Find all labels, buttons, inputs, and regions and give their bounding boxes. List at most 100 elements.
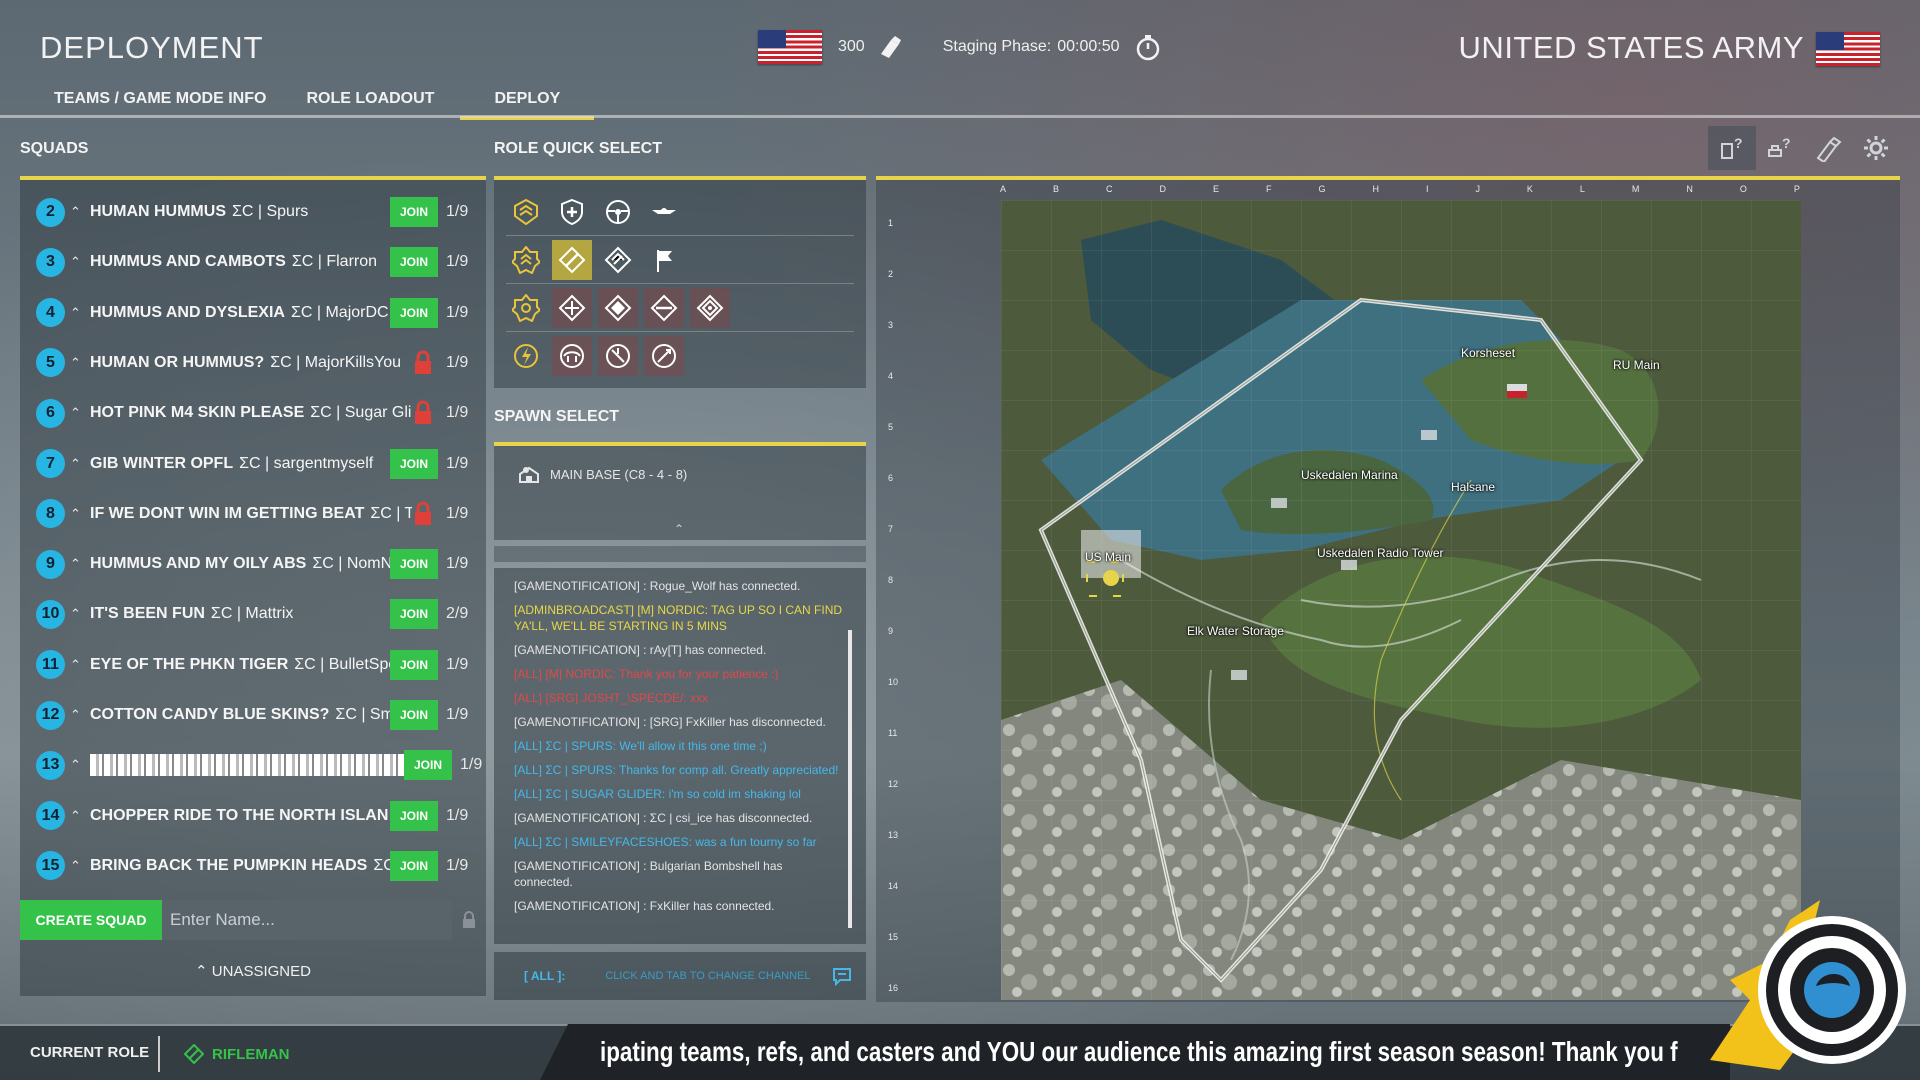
squad-row[interactable]: 10 ⌃ IT'S BEEN FUN ΣC | Mattrix JOIN 2/9 [20,592,486,636]
medic-role-icon[interactable] [552,192,592,232]
sapper-role-icon[interactable] [506,336,546,376]
join-squad-button[interactable]: JOIN [390,599,438,630]
chevron-up-icon[interactable]: ⌃ [70,657,81,673]
squad-lock-toggle[interactable] [452,900,486,940]
squad-row[interactable]: 13 ⌃ JOIN 1/9 [20,743,486,787]
join-squad-button[interactable]: JOIN [390,549,438,580]
scout-role-icon[interactable] [598,336,638,376]
pilot-role-icon[interactable] [644,192,684,232]
squad-row[interactable]: 15 ⌃ BRING BACK THE PUMPKIN HEADSΣC | uJOI… [20,844,486,888]
join-squad-button[interactable]: JOIN [404,750,452,781]
chevron-up-icon[interactable]: ⌃ [70,456,81,472]
chevron-up-icon[interactable]: ⌃ [70,204,81,220]
squad-row[interactable]: 11 ⌃ EYE OF THE PHKN TIGER ΣC | BulletSpong… [20,643,486,687]
grid-column-label: D [1159,184,1166,194]
create-squad-button[interactable]: CREATE SQUAD [20,900,162,940]
squad-name: HUMMUS AND MY OILY ABS ΣC | NomNo [90,555,412,573]
grenadier-role-icon[interactable] [598,240,638,280]
light-anti-tank-role-icon[interactable] [644,287,684,328]
squad-name: GIB WINTER OPFL ΣC | sargentmyself [90,455,412,473]
chevron-up-icon[interactable]: ⌃ [70,757,81,773]
deploy-help-icon[interactable]: ? [1708,126,1756,170]
chevron-up-icon[interactable]: ⌃ [70,606,81,622]
rifleman-role-icon[interactable] [552,239,592,280]
map-marker-icon[interactable] [1804,126,1852,170]
chat-message: [GAMENOTIFICATION] : FxKiller has connec… [514,899,775,913]
join-squad-button[interactable]: JOIN [390,700,438,730]
join-squad-button[interactable]: JOIN [390,247,438,278]
join-squad-button[interactable]: JOIN [390,800,438,831]
settings-gear-icon[interactable] [1852,126,1900,170]
squad-leader: ΣC | NomNo [312,555,402,573]
chevron-up-icon[interactable]: ⌃ [70,254,81,270]
squad-leader: ΣC | sargentmyself [239,454,374,472]
grid-column-label: L [1579,184,1585,194]
current-role[interactable]: RIFLEMAN [184,1044,290,1064]
chevron-up-icon[interactable]: ⌃ [70,506,81,522]
chevron-up-icon[interactable]: ⌃ [70,808,81,824]
chat-scrollbar[interactable] [848,630,852,928]
join-squad-button[interactable]: JOIN [390,297,438,328]
squad-name-input[interactable] [162,900,452,940]
squad-row[interactable]: 3 ⌃ HUMMUS AND CAMBOTS ΣC | Flarron JOIN 1/9 [20,240,486,284]
map-view[interactable]: Korsheset RU Main Uskedalen Marina Halsa… [1001,200,1801,1000]
join-squad-button[interactable]: JOIN [390,649,438,680]
chat-message: [GAMENOTIFICATION] : Bulgarian Bombshell… [514,859,783,889]
spawn-item-main-base[interactable]: MAIN BASE (C8 - 4 - 8) [518,464,687,484]
squad-name: COTTON CANDY BLUE SKINS? ΣC | Smile [90,706,412,724]
chevron-up-icon[interactable]: ⌃ [674,522,684,536]
chat-channel[interactable]: [ ALL ]: [524,969,565,983]
create-squad-row: CREATE SQUAD [20,900,486,940]
role-row-infantry [506,236,854,284]
chevron-up-icon[interactable]: ⌃ [70,405,81,421]
stopwatch-icon [1136,35,1159,61]
squad-name: EYE OF THE PHKN TIGER ΣC | BulletSpong [90,656,412,674]
fireteam-leader-role-icon[interactable] [506,240,546,280]
grid-row-label: 9 [888,626,894,636]
squad-row[interactable]: 14 ⌃ CHOPPER RIDE TO THE NORTH ISLANΣCJOIN… [20,794,486,838]
unassigned-toggle[interactable]: ⌃ UNASSIGNED [20,962,486,980]
squad-row[interactable]: 12 ⌃ COTTON CANDY BLUE SKINS? ΣC | Smile JOI… [20,693,486,737]
squad-row[interactable]: 9 ⌃ HUMMUS AND MY OILY ABS ΣC | NomNo JOIN 1/… [20,542,486,586]
heavy-anti-tank-role-icon[interactable] [598,287,638,328]
chevron-up-icon[interactable]: ⌃ [70,305,81,321]
grid-row-label: 8 [888,575,894,585]
join-squad-button[interactable]: JOIN [390,197,438,227]
rifleman-icon [184,1044,204,1064]
chevron-up-icon[interactable]: ⌃ [70,556,81,572]
squad-row[interactable]: 4 ⌃ HUMMUS AND DYSLEXIA ΣC | MajorDC JOIN 1/9 [20,291,486,335]
chevron-up-icon[interactable]: ⌃ [70,858,81,874]
grid-row-label: 7 [888,524,894,534]
join-squad-button[interactable]: JOIN [390,850,438,881]
squad-row[interactable]: 8 ⌃ IF WE DONT WIN IM GETTING BEAT ΣC | Th 1… [20,492,486,536]
engineer-role-icon[interactable] [690,287,730,328]
join-squad-button[interactable]: JOIN [390,448,438,479]
match-info: 300 Staging Phase: 00:00:50 [758,30,1162,64]
squad-row[interactable]: 7 ⌃ GIB WINTER OPFL ΣC | sargentmyself JOIN 1… [20,442,486,486]
staging-phase-label: Staging Phase: [942,38,1052,55]
grid-column-label: C [1106,184,1113,194]
chevron-up-icon[interactable]: ⌃ [70,707,81,723]
squad-number-badge: 13 [36,750,65,780]
squad-title: EYE OF THE PHKN TIGER [90,655,289,673]
squad-row[interactable]: 5 ⌃ HUMAN OR HUMMUS? ΣC | MajorKillsYou 1/9 [20,341,486,385]
vehicle-help-icon[interactable]: ? [1756,126,1804,170]
anti-tank-rocket-role-icon[interactable] [644,336,684,376]
spawn-point-icon[interactable] [1103,570,1119,586]
chat-input-bar[interactable]: [ ALL ]: CLICK AND TAB TO CHANGE CHANNEL [494,952,866,1000]
rally-flag-icon[interactable] [644,240,684,280]
marksman-leader-role-icon[interactable] [506,288,546,328]
automatic-rifleman-role-icon[interactable] [552,287,592,328]
squad-leader-role-icon[interactable] [506,192,546,232]
squad-title: HUMMUS AND CAMBOTS [90,253,286,271]
squad-leader: ΣC | MajorDC [290,303,389,321]
chat-bubble-icon[interactable] [832,966,852,986]
grid-column-label: I [1425,184,1429,194]
squad-row[interactable]: 6 ⌃ HOT PINK M4 SKIN PLEASE ΣC | Sugar Glid… [20,391,486,435]
header: DEPLOYMENT TEAMS / GAME MODE INFO ROLE L… [0,0,1920,120]
current-role-label: CURRENT ROLE [30,1044,150,1061]
chevron-up-icon[interactable]: ⌃ [70,355,81,371]
squad-row[interactable]: 2 ⌃ HUMAN HUMMUS ΣC | Spurs JOIN 1/9 [20,190,486,234]
crewman-role-icon[interactable] [598,192,638,232]
machine-gunner-role-icon[interactable] [552,336,592,376]
